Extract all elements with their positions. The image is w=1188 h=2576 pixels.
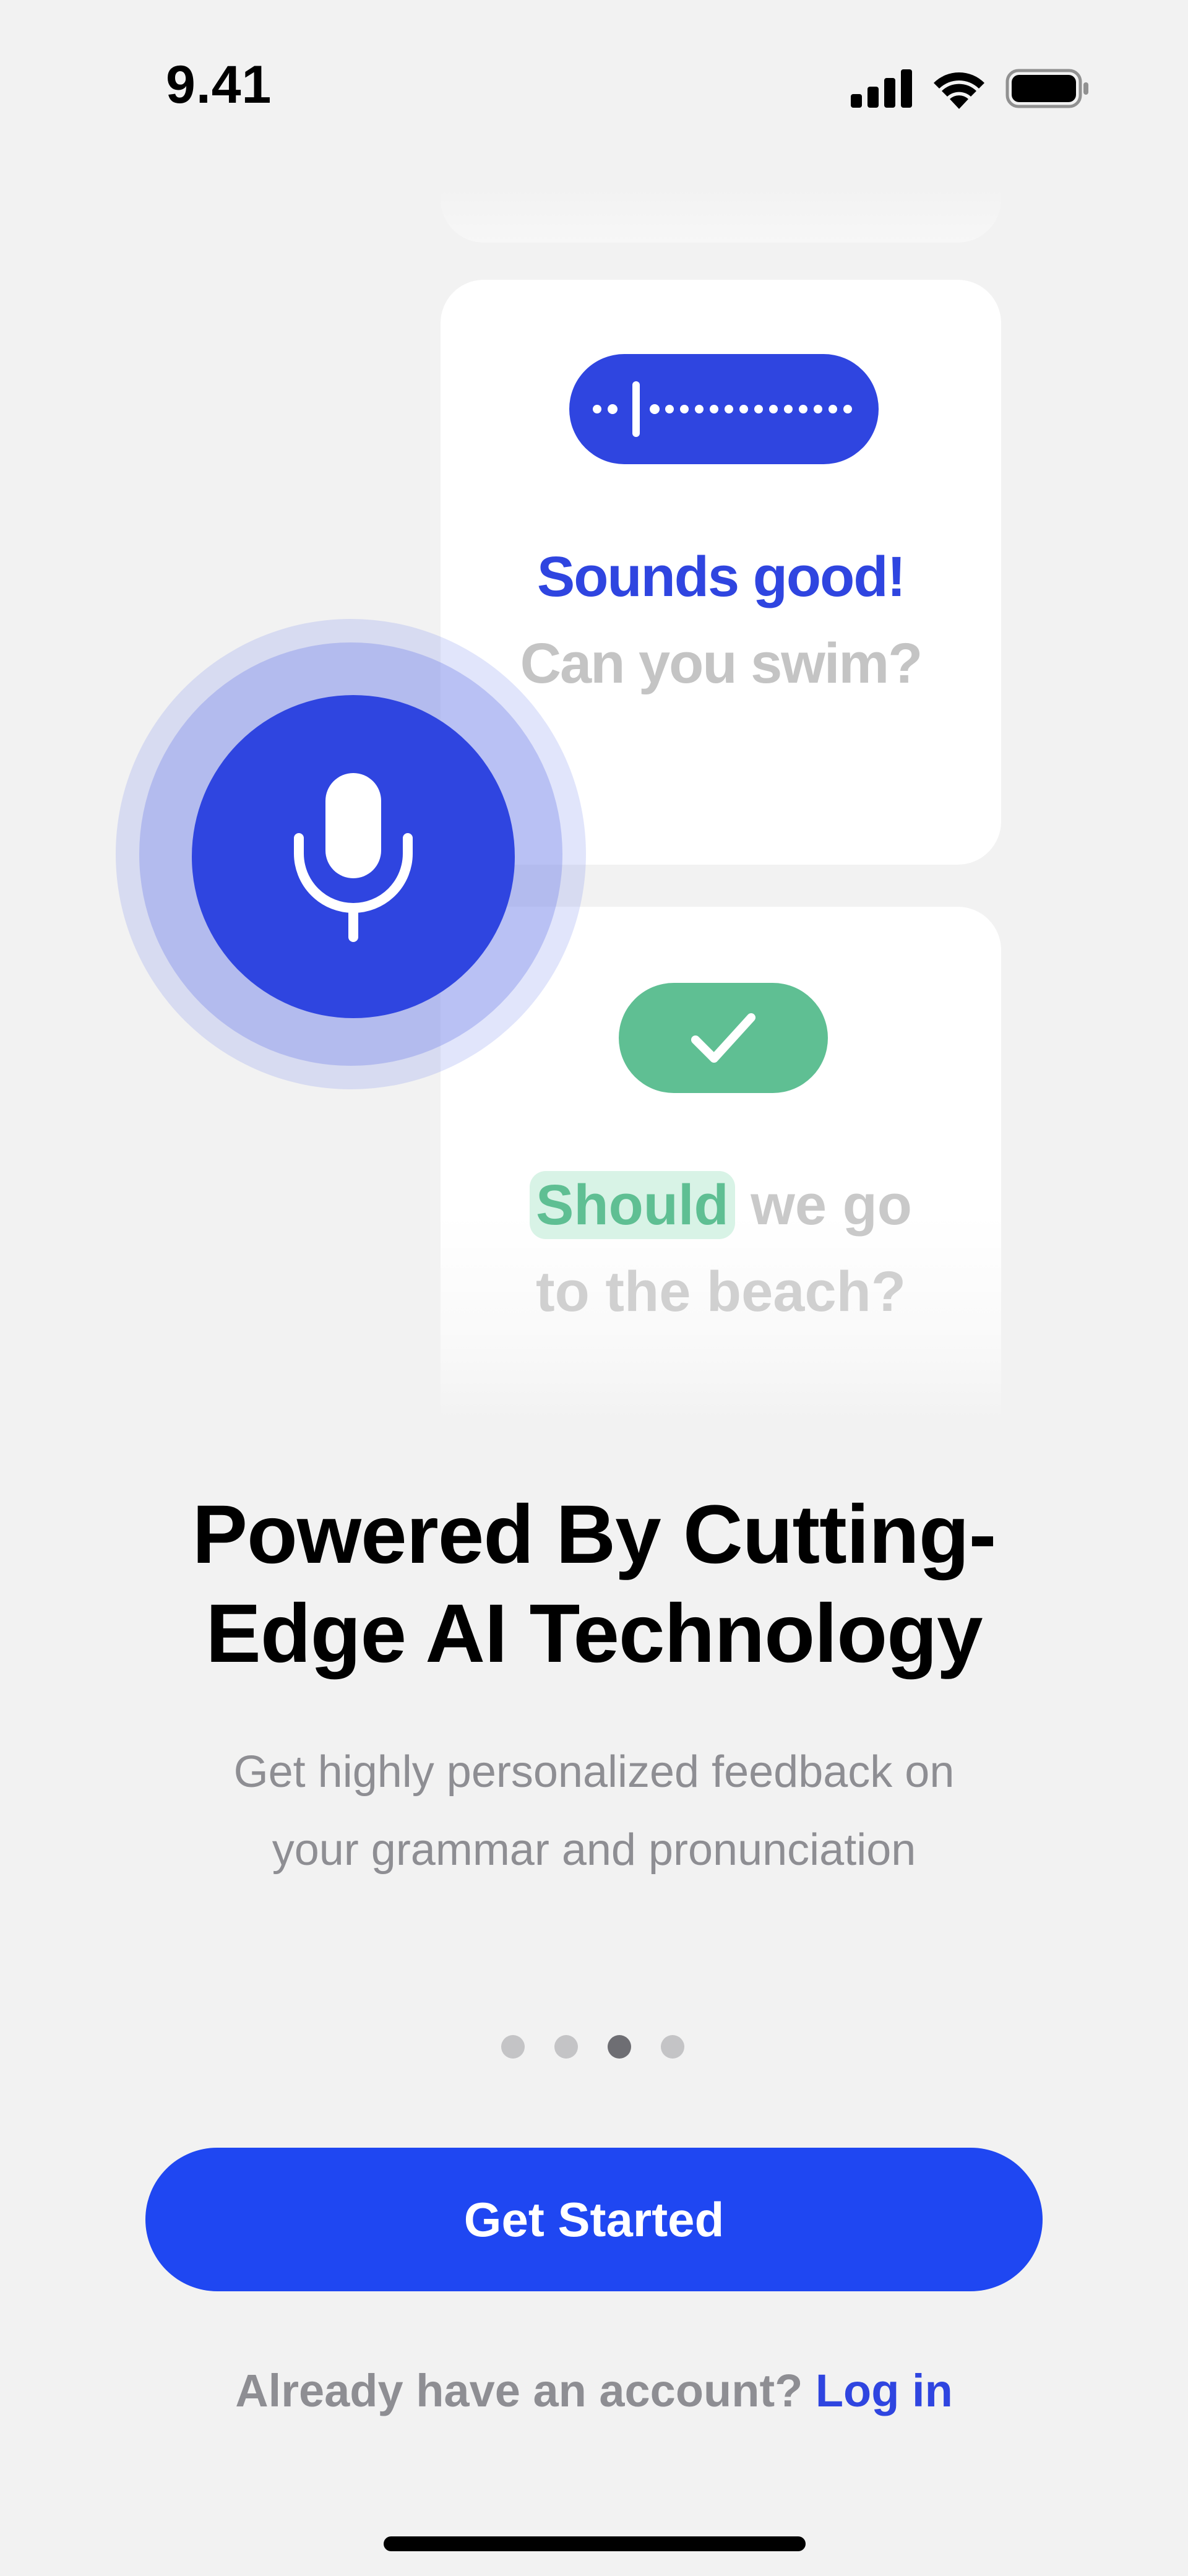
title-line-2: Edge AI Technology [205,1588,983,1680]
grammar-line-1-rest: we go [734,1173,912,1237]
grammar-line-2: to the beach? [535,1260,906,1323]
card-peek [441,186,1001,243]
home-indicator[interactable] [384,2536,806,2551]
grammar-line-1: Should we go [441,1171,1001,1239]
page-dot-2[interactable] [554,2035,578,2059]
page-dot-4[interactable] [661,2035,684,2059]
login-link[interactable]: Log in [816,2365,953,2416]
wifi-icon [934,72,984,109]
signal-icon [851,69,912,108]
audio-wave-pill [569,354,879,464]
card-secondary-text: Can you swim? [520,632,923,695]
page-indicator[interactable] [501,2035,684,2059]
battery-icon [1005,69,1088,108]
page-title: Powered By Cutting- Edge AI Technology [0,1485,1188,1683]
get-started-button[interactable]: Get Started [145,2148,1043,2291]
title-line-1: Powered By Cutting- [192,1489,997,1581]
status-icons [851,65,1092,111]
mic-button[interactable] [192,695,515,1018]
audio-wave-icon [593,381,852,437]
login-prompt: Already have an account? Log in [0,2364,1188,2417]
page-dot-3[interactable] [608,2035,631,2059]
page-dot-1[interactable] [501,2035,525,2059]
microphone-icon [294,773,413,942]
status-time: 9.41 [166,55,272,115]
subtitle-line-2: your grammar and pronunciation [272,1825,916,1875]
page-subtitle: Get highly personalized feedback on your… [0,1733,1188,1889]
checkmark-icon [691,1013,755,1063]
subtitle-line-1: Get highly personalized feedback on [233,1747,955,1797]
account-prompt-text: Already have an account? [235,2365,803,2416]
card-highlight-text: Sounds good! [536,545,906,608]
check-pill [619,983,828,1093]
highlighted-word: Should [530,1171,735,1239]
